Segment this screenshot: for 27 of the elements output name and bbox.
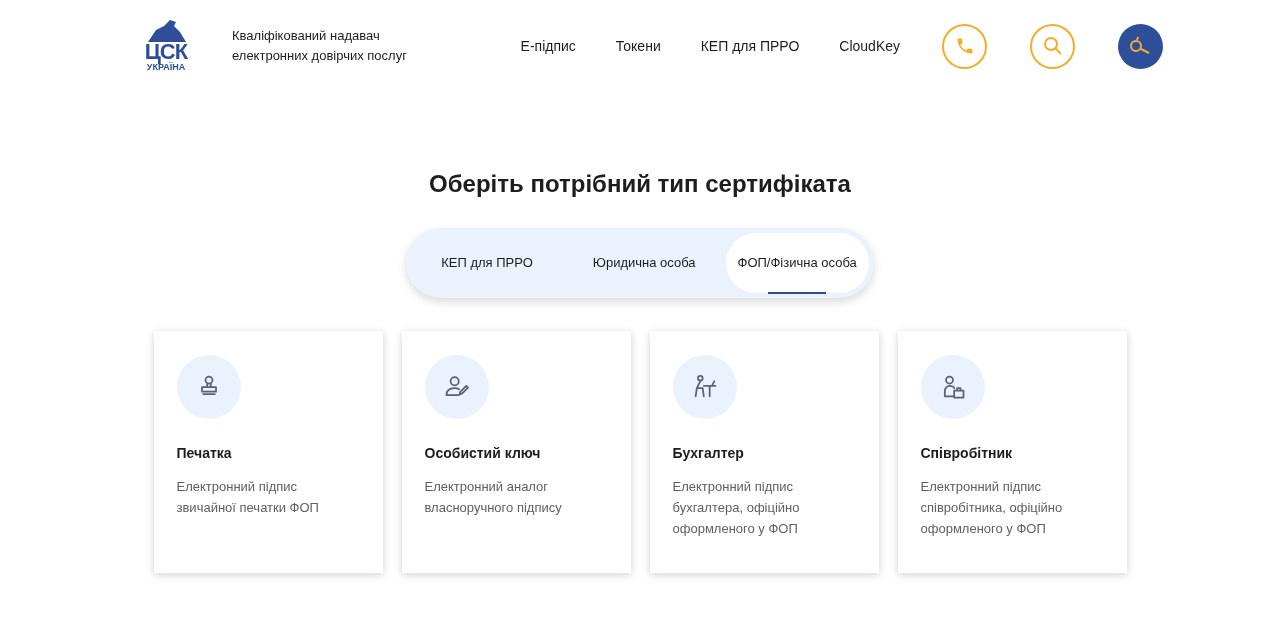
card[interactable]: Особистий ключ Електронний аналог власноручного підпису [401,331,631,573]
card-description: Електронний підпис звичайної печатки ФОП [176,478,320,517]
tab[interactable]: Юридична особа [562,233,726,293]
card[interactable]: Співробітник Електронний підпис співробітника, офіційно оформленого у ФОП [897,331,1127,573]
nav-link[interactable]: CloudKey [839,35,900,57]
card[interactable]: Бухгалтер Електронний підпис бухгалтера, офіційно оформленого у ФОП [649,331,879,573]
card-title: Печатка [176,444,233,463]
search-button[interactable] [1030,23,1075,69]
card-title: Співробітник [920,444,1014,463]
nav-link[interactable]: КЕП для ПРРО [700,35,800,57]
accessibility-button[interactable] [1118,23,1163,69]
phone-button[interactable] [942,23,987,69]
card-title: Особистий ключ [424,444,542,463]
nav-link[interactable]: Токени [615,35,661,57]
nav-link[interactable]: Е-підпис [520,35,576,57]
card[interactable]: Печатка Електронний підпис звичайної печатки ФОП [153,331,383,573]
tab[interactable]: КЕП для ПРРО [411,233,563,293]
search-icon [1042,36,1063,56]
card-description: Електронний підпис бухгалтера, офіційно оформленого у ФОП [672,478,801,538]
card-title: Бухгалтер [672,444,745,463]
logo-text: ЦСК [144,41,188,62]
page-heading: Оберіть потрібний тип сертифіката [428,169,852,199]
card-description: Електронний підпис співробітника, офіційно оформленого у ФОП [920,478,1064,538]
logo-subtext: УКРАЇНА [146,61,186,73]
tab[interactable]: ФОП/Фізична особа [725,233,869,293]
tagline: Кваліфікований надавач електронних довірчих послуг [232,27,408,65]
card-description: Електронний аналог власноручного підпису [424,478,563,517]
